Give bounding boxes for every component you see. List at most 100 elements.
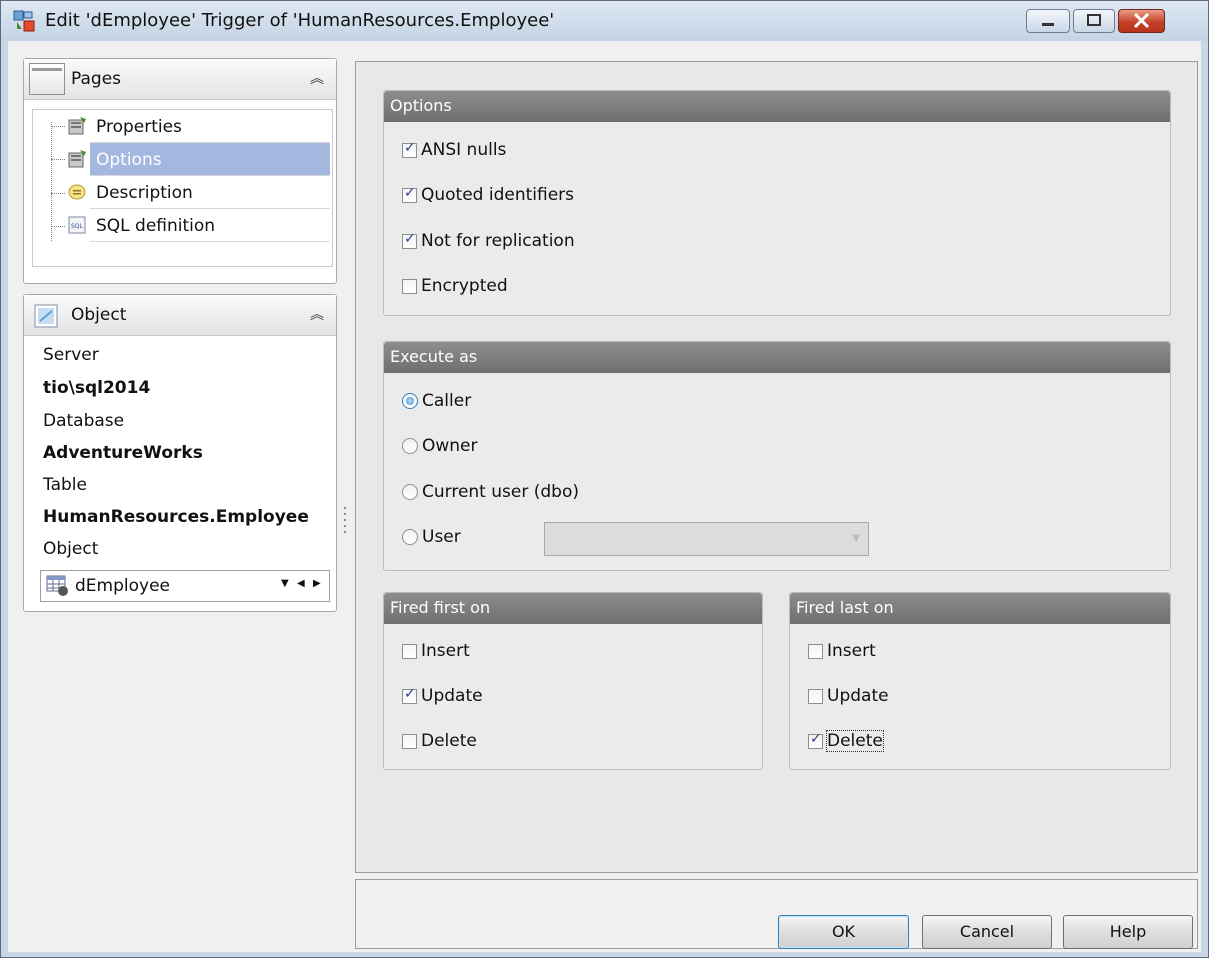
fired-first-delete-checkbox[interactable]: Delete xyxy=(402,730,477,752)
radio-label: Current user (dbo) xyxy=(422,482,579,502)
dropdown-arrow-icon[interactable]: ▼ xyxy=(852,533,860,544)
help-button[interactable]: Help xyxy=(1063,915,1193,949)
checkbox-label: Delete xyxy=(826,730,884,752)
checkbox-box[interactable] xyxy=(402,733,417,749)
user-radio[interactable]: User xyxy=(402,526,461,548)
checkbox-label: Update xyxy=(827,686,889,706)
checkbox-label: Quoted identifiers xyxy=(421,185,575,205)
collapse-chevron-icon[interactable]: ︽ xyxy=(310,304,324,324)
page-item-label: Description xyxy=(96,183,193,203)
page-item-sql-definition[interactable]: SQL definition xyxy=(90,209,330,242)
execute-as-group: Execute as Caller Owner Current user (db… xyxy=(383,341,1171,571)
checkbox-box[interactable] xyxy=(402,140,417,158)
options-group-title: Options xyxy=(384,91,1170,122)
panel-splitter[interactable] xyxy=(342,61,348,949)
radio-button[interactable] xyxy=(402,393,418,409)
user-select[interactable]: ▼ xyxy=(544,522,869,556)
pages-panel-title: Pages xyxy=(71,69,122,89)
checkbox-label: Delete xyxy=(421,731,477,751)
collapse-chevron-icon[interactable]: ︽ xyxy=(310,68,324,88)
checkbox-box[interactable] xyxy=(402,278,417,294)
checkbox-box[interactable] xyxy=(808,643,823,659)
fired-last-insert-checkbox[interactable]: Insert xyxy=(808,640,876,662)
page-item-properties[interactable]: Properties xyxy=(90,110,330,143)
not-for-replication-checkbox[interactable]: Not for replication xyxy=(402,230,575,252)
checkbox-label: Encrypted xyxy=(421,276,508,296)
quoted-identifiers-checkbox[interactable]: Quoted identifiers xyxy=(402,184,574,206)
trigger-app-icon xyxy=(13,10,35,32)
fired-first-group-title: Fired first on xyxy=(384,593,762,624)
table-label: Table xyxy=(43,475,87,495)
pages-panel: Pages ︽ Properties Options Description S xyxy=(23,58,337,284)
left-navigation: Pages ︽ Properties Options Description S xyxy=(23,58,337,948)
options-page: Options ANSI nulls Quoted identifiers No… xyxy=(355,61,1198,873)
table-value: HumanResources.Employee xyxy=(43,507,309,527)
title-bar[interactable]: Edit 'dEmployee' Trigger of 'HumanResour… xyxy=(1,1,1208,41)
checkbox-box[interactable] xyxy=(808,731,823,749)
minimize-button[interactable] xyxy=(1026,9,1070,33)
radio-button[interactable] xyxy=(402,529,418,545)
cancel-button[interactable]: Cancel xyxy=(922,915,1052,949)
owner-radio[interactable]: Owner xyxy=(402,435,478,457)
checkbox-label: Update xyxy=(421,686,483,706)
fired-last-group: Fired last on Insert Update Delete xyxy=(789,592,1171,770)
window-title: Edit 'dEmployee' Trigger of 'HumanResour… xyxy=(45,10,555,31)
dialog-window: Edit 'dEmployee' Trigger of 'HumanResour… xyxy=(0,0,1209,958)
page-item-description[interactable]: Description xyxy=(90,176,330,209)
tree-connector xyxy=(51,122,52,241)
checkbox-box[interactable] xyxy=(808,688,823,704)
checkbox-box[interactable] xyxy=(402,185,417,203)
close-icon xyxy=(1133,12,1150,29)
radio-button[interactable] xyxy=(402,438,418,454)
object-panel-header[interactable]: Object ︽ xyxy=(24,295,336,336)
server-label: Server xyxy=(43,345,99,365)
sql-definition-icon: SQL xyxy=(68,216,86,234)
execute-as-group-title: Execute as xyxy=(384,342,1170,373)
pages-icon xyxy=(29,63,65,95)
page-item-options[interactable]: Options xyxy=(90,143,330,176)
object-icon xyxy=(32,303,62,328)
tree-connector xyxy=(51,193,65,194)
checkbox-box[interactable] xyxy=(402,643,417,659)
object-selector[interactable]: dEmployee ▼ ◀ ▶ xyxy=(40,570,330,602)
object-panel-title: Object xyxy=(71,305,127,325)
radio-label: Caller xyxy=(422,391,472,411)
ansi-nulls-checkbox[interactable]: ANSI nulls xyxy=(402,139,506,161)
close-button[interactable] xyxy=(1118,9,1165,33)
fired-first-update-checkbox[interactable]: Update xyxy=(402,685,483,707)
radio-label: Owner xyxy=(422,436,478,456)
database-label: Database xyxy=(43,411,125,431)
encrypted-checkbox[interactable]: Encrypted xyxy=(402,275,508,297)
checkbox-box[interactable] xyxy=(402,231,417,249)
minimize-icon xyxy=(1042,23,1054,26)
fired-last-delete-checkbox[interactable]: Delete xyxy=(808,730,884,752)
options-group: Options ANSI nulls Quoted identifiers No… xyxy=(383,90,1171,316)
fired-first-insert-checkbox[interactable]: Insert xyxy=(402,640,470,662)
tree-connector xyxy=(51,126,65,127)
fired-last-update-checkbox[interactable]: Update xyxy=(808,685,889,707)
next-object-icon[interactable]: ▶ xyxy=(313,578,321,589)
checkbox-label: Not for replication xyxy=(421,231,575,251)
tree-connector xyxy=(51,226,65,227)
maximize-button[interactable] xyxy=(1073,9,1115,33)
page-item-label: SQL definition xyxy=(96,216,216,236)
fired-last-group-title: Fired last on xyxy=(790,593,1170,624)
button-bar: OK Cancel Help xyxy=(355,879,1198,949)
object-panel: Object ︽ Server tio\sql2014 Database Adv… xyxy=(23,294,337,612)
checkbox-label: ANSI nulls xyxy=(421,140,507,160)
maximize-icon xyxy=(1087,14,1101,26)
prev-object-icon[interactable]: ◀ xyxy=(297,578,305,589)
svg-text:SQL: SQL xyxy=(71,223,84,230)
properties-icon xyxy=(68,117,86,135)
object-selector-value: dEmployee xyxy=(75,576,170,596)
checkbox-box[interactable] xyxy=(402,686,417,704)
description-icon xyxy=(68,184,86,200)
trigger-object-icon xyxy=(46,575,68,596)
radio-button[interactable] xyxy=(402,484,418,500)
pages-panel-header[interactable]: Pages ︽ xyxy=(24,59,336,100)
fired-first-group: Fired first on Insert Update Delete xyxy=(383,592,763,770)
current-user-radio[interactable]: Current user (dbo) xyxy=(402,481,579,503)
ok-button[interactable]: OK xyxy=(778,915,909,949)
dropdown-arrow-icon[interactable]: ▼ xyxy=(281,578,289,589)
caller-radio[interactable]: Caller xyxy=(402,390,471,412)
